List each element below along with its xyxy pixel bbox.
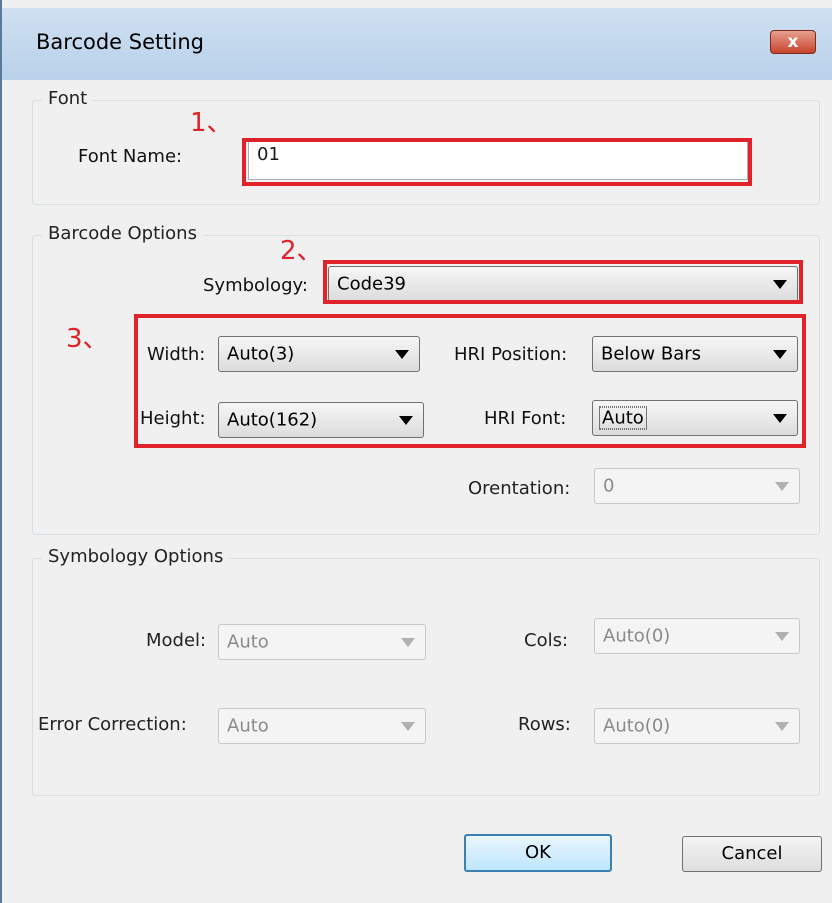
chevron-down-icon <box>775 482 789 491</box>
cancel-button[interactable]: Cancel <box>682 836 822 872</box>
barcode-setting-dialog: Barcode Setting x Font 1、 Font Name: 01 … <box>0 0 832 903</box>
symbology-options-group <box>32 558 820 796</box>
hri-position-value: Below Bars <box>601 343 702 365</box>
annotation-number-1: 1、 <box>190 108 233 138</box>
orientation-value: 0 <box>603 475 615 497</box>
chevron-down-icon <box>399 416 413 425</box>
close-button[interactable]: x <box>770 30 816 54</box>
dialog-body: Font 1、 Font Name: 01 Barcode Options 2、… <box>10 80 826 903</box>
rows-value: Auto(0) <box>603 715 671 737</box>
chevron-down-icon <box>401 638 415 647</box>
symbology-options-legend: Symbology Options <box>42 546 230 567</box>
close-icon: x <box>787 32 799 52</box>
model-select[interactable]: Auto <box>218 624 426 660</box>
chevron-down-icon <box>775 632 789 641</box>
orientation-select[interactable]: 0 <box>594 468 800 504</box>
cancel-label: Cancel <box>721 843 783 864</box>
height-select[interactable]: Auto(162) <box>218 402 424 438</box>
hri-position-select[interactable]: Below Bars <box>592 336 798 372</box>
hri-font-select[interactable]: Auto <box>592 400 798 436</box>
chevron-down-icon <box>401 722 415 731</box>
width-value: Auto(3) <box>227 343 295 365</box>
chevron-down-icon <box>395 350 409 359</box>
annotation-number-3: 3、 <box>66 324 109 354</box>
rows-label: Rows: <box>518 714 571 735</box>
error-correction-value: Auto <box>227 715 269 737</box>
annotation-box-1 <box>242 138 752 186</box>
hri-font-value: Auto <box>599 406 647 430</box>
height-label: Height: <box>140 408 206 429</box>
error-correction-label: Error Correction: <box>38 714 187 735</box>
cols-select[interactable]: Auto(0) <box>594 618 800 654</box>
symbology-label: Symbology: <box>203 275 308 296</box>
width-select[interactable]: Auto(3) <box>218 336 420 372</box>
annotation-number-2: 2、 <box>280 236 323 266</box>
font-group-legend: Font <box>42 88 94 109</box>
cols-label: Cols: <box>524 630 569 651</box>
ok-label: OK <box>525 842 551 863</box>
model-label: Model: <box>146 630 207 651</box>
annotation-box-2 <box>323 260 803 304</box>
model-value: Auto <box>227 631 269 653</box>
dialog-title: Barcode Setting <box>36 30 204 54</box>
rows-select[interactable]: Auto(0) <box>594 708 800 744</box>
hri-position-label: HRI Position: <box>454 344 568 365</box>
chevron-down-icon <box>773 414 787 423</box>
title-bar[interactable]: Barcode Setting x <box>2 8 832 80</box>
ok-button[interactable]: OK <box>464 834 612 872</box>
error-correction-select[interactable]: Auto <box>218 708 426 744</box>
width-label: Width: <box>147 344 206 365</box>
height-value: Auto(162) <box>227 409 318 431</box>
chevron-down-icon <box>773 350 787 359</box>
chevron-down-icon <box>775 722 789 731</box>
hri-font-label: HRI Font: <box>484 408 567 429</box>
font-name-label: Font Name: <box>78 146 183 167</box>
orientation-label: Orentation: <box>468 478 571 499</box>
barcode-options-legend: Barcode Options <box>42 223 203 244</box>
cols-value: Auto(0) <box>603 625 671 647</box>
